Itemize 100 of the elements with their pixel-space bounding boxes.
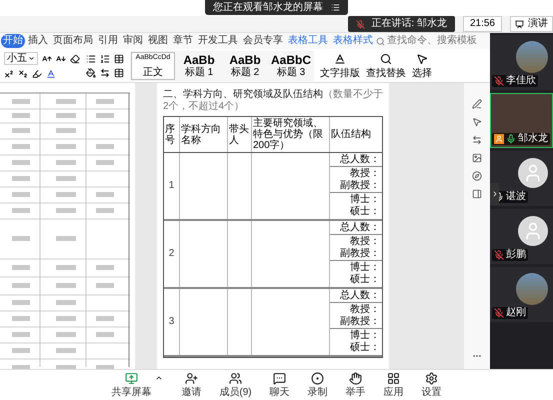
image-icon[interactable] <box>472 153 482 163</box>
bullet-list-icon[interactable] <box>86 54 96 64</box>
ribbon-tab[interactable]: 开发工具 <box>196 34 240 48</box>
structure-cell: 总人数： <box>330 221 382 235</box>
table-icon[interactable] <box>114 68 124 78</box>
members-icon <box>228 372 242 385</box>
chat-icon <box>273 372 286 385</box>
style-label: 标题 3 <box>276 68 306 78</box>
ribbon-tool-button[interactable]: 查找替换 <box>366 52 406 78</box>
column-header: 序号 <box>164 117 180 152</box>
toolbar-button[interactable]: 聊天 <box>270 372 290 398</box>
style-preview: AaBbC <box>270 54 311 66</box>
participant-name: 邹水龙 <box>518 134 548 144</box>
participant-tile[interactable]: 赵刚 <box>490 267 553 322</box>
toolbar-button[interactable]: 举手 <box>346 372 366 398</box>
style-preset[interactable]: AaBb 标题 1 <box>177 52 221 80</box>
style-preset[interactable]: AaBbC 标题 3 <box>269 52 313 80</box>
ribbon-tab[interactable]: 插入 <box>26 34 50 48</box>
mic-muted-icon <box>356 20 366 28</box>
participant-tile[interactable]: 李佳欣 <box>490 35 553 90</box>
superscript-icon[interactable] <box>4 69 14 79</box>
structure-cell-text: 博士： 硕士： <box>349 329 381 355</box>
toolbar-button[interactable]: 共享屏幕 <box>111 372 152 398</box>
apps-icon <box>387 372 400 385</box>
ribbon-tab[interactable]: 会员专享 <box>241 34 285 48</box>
record-icon <box>311 372 324 385</box>
table-icon[interactable] <box>114 54 124 64</box>
toolbar-button[interactable]: 应用 <box>384 372 404 398</box>
collapse-panel-button[interactable] <box>490 183 499 205</box>
toolbar-button[interactable]: 设置 <box>422 372 442 398</box>
structure-cell-text: 博士： 硕士： <box>349 261 381 287</box>
tool-icon <box>334 52 346 64</box>
structure-cell: 总人数： <box>330 153 382 167</box>
ribbon-tool-button[interactable]: 文字排版 <box>320 52 360 78</box>
ribbon-tab[interactable]: 引用 <box>96 34 120 48</box>
structure-cell-text: 博士： 硕士： <box>349 193 381 219</box>
caret-icon[interactable] <box>155 374 164 382</box>
column-header: 带头人 <box>228 117 252 152</box>
participant-tile[interactable]: 彭鹏 <box>490 209 553 264</box>
eraser-icon[interactable] <box>70 54 80 64</box>
ribbon-tab[interactable]: 表格工具 <box>286 34 330 48</box>
font-shrink-icon[interactable] <box>56 54 66 64</box>
row-number: 3 <box>164 289 180 355</box>
style-label: 标题 2 <box>230 68 260 78</box>
participant-name: 李佳欣 <box>506 76 536 86</box>
arrows-icon[interactable] <box>472 135 482 145</box>
panel-icon[interactable] <box>472 189 482 199</box>
style-label: 标题 1 <box>184 68 214 78</box>
paint-bucket-icon[interactable] <box>86 68 96 78</box>
row-number: 2 <box>164 221 180 287</box>
column-header: 队伍结构 <box>330 128 372 142</box>
toolbar-button[interactable]: 邀请 <box>181 372 202 398</box>
highlighter-icon[interactable] <box>32 69 42 79</box>
font-size-value: 小五 <box>7 54 27 64</box>
tool-icon <box>380 52 392 64</box>
toolbar-button[interactable]: 成员(9) <box>219 372 252 398</box>
invite-icon <box>184 372 198 385</box>
style-label: 正文 <box>143 68 163 78</box>
share-icon <box>124 372 138 385</box>
style-preview: AaBb <box>183 54 215 66</box>
participant-tile[interactable]: 谌波 <box>490 151 553 206</box>
column-header: 学科方向名称 <box>180 117 228 152</box>
dropdown-icon <box>28 55 35 62</box>
present-icon <box>515 20 524 28</box>
settings-icon <box>425 372 438 385</box>
structure-cell: 教授： 副教授： <box>330 167 382 193</box>
list-icon[interactable] <box>331 3 340 12</box>
participant-name: 谌波 <box>506 192 526 202</box>
structure-cell: 教授： 副教授： <box>330 235 382 261</box>
ribbon-tab[interactable]: 表格样式 <box>331 34 375 48</box>
search-icon <box>376 36 385 46</box>
toolbar-button[interactable]: 录制 <box>308 372 328 398</box>
font-grow-icon[interactable] <box>42 54 52 64</box>
structure-cell: 总人数： <box>330 289 382 303</box>
ribbon-tab[interactable]: 开始 <box>1 34 25 48</box>
numbered-list-icon[interactable] <box>100 54 110 64</box>
pen-icon[interactable] <box>472 99 482 109</box>
font-color-icon[interactable] <box>46 69 56 79</box>
subscript-icon[interactable] <box>18 69 28 79</box>
ribbon-tab[interactable]: 页面布局 <box>51 34 95 48</box>
font-size-field[interactable]: 小五 <box>4 52 38 65</box>
hand-icon <box>349 372 362 385</box>
style-preview: AaBb <box>229 54 261 66</box>
participant-tile[interactable]: 邹水龙 <box>490 93 553 148</box>
ribbon-tab[interactable]: 章节 <box>171 34 195 48</box>
style-preset[interactable]: AaBb 标题 2 <box>223 52 267 80</box>
section-heading: 二、学科方向、研究领域及队伍结构（数量不少于2个，不超过4个） <box>163 89 383 113</box>
pointer-icon[interactable] <box>472 117 482 127</box>
arrows-icon[interactable] <box>100 68 110 78</box>
command-search-field[interactable]: 查找命令、搜索模板 <box>376 36 477 46</box>
ribbon-tab[interactable]: 审阅 <box>121 34 145 48</box>
compass-icon[interactable] <box>472 171 482 181</box>
present-button[interactable]: 演讲 <box>510 16 553 32</box>
participant-name: 赵刚 <box>506 308 526 318</box>
ribbon-tool-button[interactable]: 选择 <box>412 52 432 78</box>
speaking-text: 正在讲话: 邹水龙 <box>371 19 447 29</box>
participant-name: 彭鹏 <box>506 250 526 260</box>
ribbon-tab[interactable]: 视图 <box>146 34 170 48</box>
tool-icon <box>416 52 428 64</box>
column-header: 主要研究领域、特色与优势（限200字） <box>252 117 330 152</box>
